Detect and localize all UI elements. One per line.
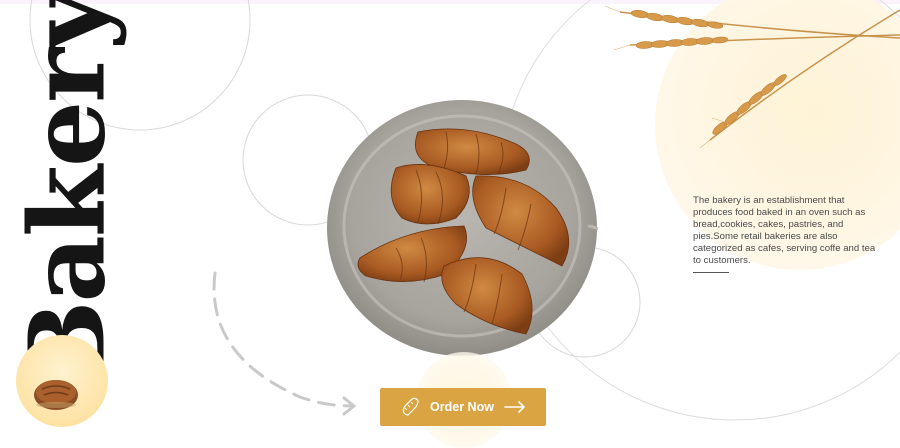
hero-title: Bakery <box>6 0 129 388</box>
wheat-image <box>604 5 900 149</box>
order-now-button[interactable]: Order Now <box>380 388 546 426</box>
baguette-icon <box>400 397 420 417</box>
bread-loaf-icon <box>34 380 78 410</box>
croissant-basket-image <box>327 100 598 356</box>
description-divider <box>693 272 729 273</box>
dashed-arrow-head <box>342 396 357 416</box>
hero-title-text: Bakery <box>5 0 129 389</box>
arrow-right-icon <box>504 401 526 413</box>
bread-loaf-badge <box>16 335 108 427</box>
order-now-label: Order Now <box>430 400 494 414</box>
hero-description: The bakery is an establishment that prod… <box>693 195 876 266</box>
